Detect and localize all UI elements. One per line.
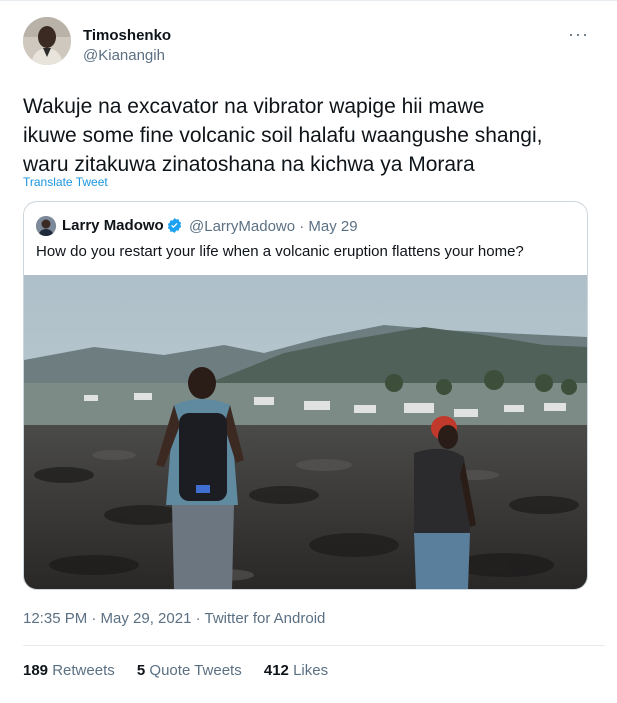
translate-tweet-link[interactable]: Translate Tweet (23, 175, 108, 189)
verified-badge-icon (167, 218, 182, 233)
retweets-count: 189 (23, 662, 49, 679)
quoted-tweet-card[interactable]: Larry Madowo @LarryMadowo · May 29 How d… (23, 201, 588, 590)
quoted-author-avatar (36, 216, 56, 236)
likes-label: Likes (293, 662, 329, 679)
quoted-tweet-text: How do you restart your life when a volc… (36, 243, 524, 260)
tweet-text-line: Wakuje na excavator na vibrator wapige h… (23, 95, 485, 118)
tweet-text-line: ikuwe some fine volcanic soil halafu waa… (23, 124, 543, 147)
avatar-image (23, 17, 71, 65)
stats-divider (23, 645, 605, 646)
quoted-author-name: Larry Madowo (62, 217, 164, 234)
likes-stat[interactable]: 412 Likes (264, 662, 328, 679)
quoted-handle-date: @LarryMadowo · May 29 (189, 218, 358, 235)
tweet-timestamp[interactable]: 12:35 PM · May 29, 2021 · Twitter for An… (23, 610, 325, 627)
quoted-tweet-photo[interactable] (24, 275, 587, 589)
quoted-avatar-image (36, 216, 56, 236)
engagement-stats: 189 Retweets 5 Quote Tweets 412 Likes (23, 662, 346, 679)
retweets-label: Retweets (52, 662, 115, 679)
author-handle[interactable]: @Kianangih (83, 47, 165, 64)
more-horizontal-icon[interactable]: ··· (568, 24, 589, 45)
top-divider (0, 0, 617, 1)
quote-tweets-stat[interactable]: 5 Quote Tweets (137, 662, 242, 679)
tweet-text: Wakuje na excavator na vibrator wapige h… (23, 92, 603, 179)
quote-tweets-label: Quote Tweets (149, 662, 242, 679)
quote-tweets-count: 5 (136, 662, 146, 679)
author-avatar[interactable] (23, 17, 71, 65)
tweet-text-line: waru zitakuwa zinatoshana na kichwa ya M… (23, 153, 475, 176)
author-name[interactable]: Timoshenko (83, 27, 171, 44)
likes-count: 412 (263, 662, 289, 679)
retweets-stat[interactable]: 189 Retweets (23, 662, 115, 679)
